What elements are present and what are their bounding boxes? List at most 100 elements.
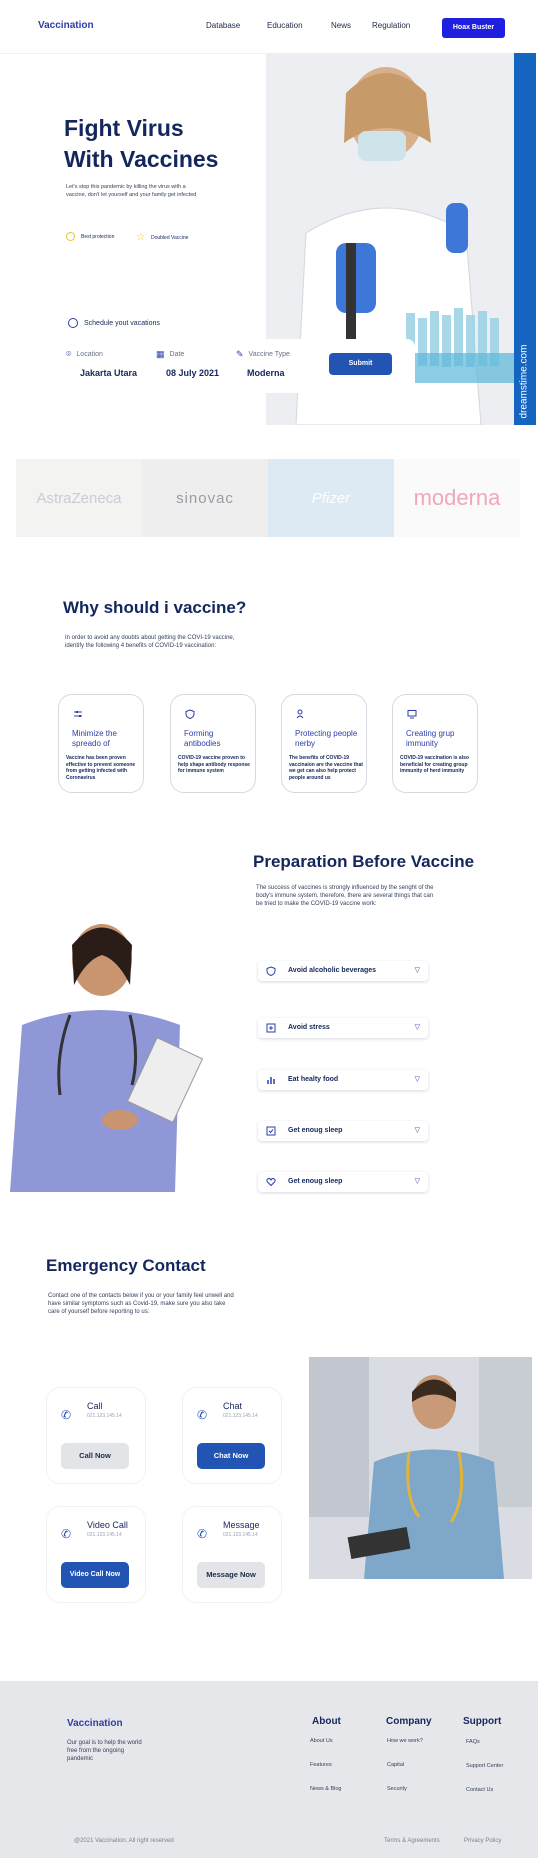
date-value[interactable]: 08 July 2021 bbox=[166, 368, 219, 378]
contact-card-chat: ✆ Chat 021.123.145.14 Chat Now bbox=[182, 1387, 282, 1484]
watermark-strip: dreamstime.com bbox=[514, 53, 536, 425]
footer-heading-support: Support bbox=[463, 1716, 502, 1727]
emergency-description: Contact one of the contacts below if you… bbox=[48, 1293, 234, 1315]
chat-now-button[interactable]: Chat Now bbox=[197, 1443, 265, 1469]
chevron-down-icon[interactable]: ▽ bbox=[415, 1023, 420, 1031]
footer-description: Our goal is to help the world free from … bbox=[67, 1740, 142, 1762]
phone-icon: ✆ bbox=[197, 1408, 208, 1422]
footer-link-security[interactable]: Security bbox=[387, 1786, 407, 1792]
why-title: Why should i vaccine? bbox=[63, 598, 247, 617]
vaccine-brands-strip: AstraZeneca sinovac Pfizer moderna bbox=[16, 459, 520, 537]
nav-brand-logo[interactable]: Vaccination bbox=[38, 20, 94, 31]
contact-card-message: ✆ Message 021.123.145.14 Message Now bbox=[182, 1506, 282, 1603]
benefit-card-antibodies: Forming antibodies COVID-19 vaccine prov… bbox=[170, 694, 256, 793]
benefit-title: Forming antibodies bbox=[184, 729, 221, 748]
shield-icon bbox=[185, 709, 195, 719]
prep-item-label: Avoid stress bbox=[288, 1024, 330, 1031]
brand-pfizer: Pfizer bbox=[268, 459, 394, 537]
sliders-icon bbox=[74, 711, 82, 717]
vaccine-type-label: ✎ Vaccine Type bbox=[236, 349, 290, 359]
hoax-buster-button[interactable]: Hoax Buster bbox=[442, 18, 505, 38]
clock-icon bbox=[68, 318, 78, 328]
contact-name: Call bbox=[87, 1401, 103, 1411]
calendar-icon: ▦ bbox=[156, 349, 165, 359]
footer-link-features[interactable]: Features bbox=[310, 1762, 332, 1768]
message-now-button[interactable]: Message Now bbox=[197, 1562, 265, 1588]
footer-link-contact-us[interactable]: Contact Us bbox=[466, 1787, 493, 1793]
nurse-image bbox=[0, 905, 212, 1192]
prep-item-sleep[interactable]: Get enoug sleep ▽ bbox=[258, 1121, 428, 1141]
benefit-text: COVID-19 vaccine proven to help shape an… bbox=[178, 755, 250, 774]
nav-link-regulation[interactable]: Regulation bbox=[372, 21, 410, 30]
feature-doubled-vaccine: ☆ Doubled Vaccine bbox=[136, 232, 189, 243]
nav-link-database[interactable]: Database bbox=[206, 21, 240, 30]
vaccine-type-value[interactable]: Moderna bbox=[247, 368, 285, 378]
phone-icon: ✆ bbox=[61, 1527, 72, 1541]
prep-item-label: Eat healty food bbox=[288, 1076, 339, 1083]
nav-link-education[interactable]: Education bbox=[267, 21, 303, 30]
call-now-button[interactable]: Call Now bbox=[61, 1443, 129, 1469]
plus-square-icon bbox=[266, 1023, 276, 1033]
footer-link-how-we-work[interactable]: How we work? bbox=[387, 1738, 423, 1744]
chevron-down-icon[interactable]: ▽ bbox=[415, 1126, 420, 1134]
benefit-card-immunity: Creating grup immunity COVID-19 vaccinat… bbox=[392, 694, 478, 793]
why-description: In order to avoid any doubts about getti… bbox=[65, 635, 235, 649]
prep-description: The success of vaccines is strongly infl… bbox=[256, 885, 434, 907]
submit-button[interactable]: Submit bbox=[329, 353, 392, 375]
footer-copyright: @2021 Vaccination. All right reserved bbox=[74, 1838, 174, 1844]
footer-link-privacy[interactable]: Privacy Policy bbox=[464, 1838, 501, 1844]
prep-item-alcohol[interactable]: Avoid alcoholic beverages ▽ bbox=[258, 961, 428, 981]
check-square-icon bbox=[266, 1126, 276, 1136]
schedule-label: Schedule yout vacations bbox=[68, 318, 160, 328]
footer: Vaccination Our goal is to help the worl… bbox=[0, 1681, 538, 1858]
doctor-image bbox=[309, 1357, 532, 1579]
footer-heading-about: About bbox=[312, 1716, 341, 1727]
bar-chart-icon bbox=[267, 1077, 275, 1084]
footer-link-capital[interactable]: Capital bbox=[387, 1762, 404, 1768]
feature-best-protection: Best protection bbox=[66, 232, 114, 241]
footer-brand[interactable]: Vaccination bbox=[67, 1718, 123, 1729]
nav-link-news[interactable]: News bbox=[331, 21, 351, 30]
footer-link-news-blog[interactable]: News & Blog bbox=[310, 1786, 342, 1792]
footer-link-faqs[interactable]: FAQs bbox=[466, 1739, 480, 1745]
benefit-title: Creating grup immunity bbox=[406, 729, 455, 748]
prep-item-label: Get enoug sleep bbox=[288, 1178, 343, 1185]
chevron-down-icon[interactable]: ▽ bbox=[415, 966, 420, 974]
location-value[interactable]: Jakarta Utara bbox=[80, 368, 137, 378]
contact-number: 021.123.145.14 bbox=[87, 1532, 122, 1538]
footer-link-terms[interactable]: Terms & Agreements bbox=[384, 1838, 440, 1844]
brand-moderna: moderna bbox=[394, 459, 520, 537]
contact-name: Message bbox=[223, 1520, 260, 1530]
benefit-text: COVID-19 vaccination is also beneficial … bbox=[400, 755, 469, 774]
footer-link-about-us[interactable]: About Us bbox=[310, 1738, 333, 1744]
badge-icon bbox=[66, 232, 75, 241]
heart-icon bbox=[266, 1178, 276, 1187]
benefit-card-protecting: Protecting people nerby The benefits of … bbox=[281, 694, 367, 793]
users-icon bbox=[296, 709, 304, 719]
phone-icon: ✆ bbox=[61, 1408, 72, 1422]
emergency-title: Emergency Contact bbox=[46, 1256, 206, 1275]
prep-item-stress[interactable]: Avoid stress ▽ bbox=[258, 1018, 428, 1038]
prep-item-label: Avoid alcoholic beverages bbox=[288, 967, 377, 974]
shield-icon bbox=[266, 966, 276, 976]
benefit-text: Vaccine has been proven effective to pre… bbox=[66, 755, 136, 781]
contact-number: 021.123.145.14 bbox=[223, 1413, 258, 1419]
prep-title: Preparation Before Vaccine bbox=[253, 852, 475, 871]
star-icon: ☆ bbox=[136, 232, 145, 243]
contact-name: Chat bbox=[223, 1401, 243, 1411]
hero-title: Fight Virus With Vaccines bbox=[64, 115, 219, 172]
date-label: ▦ Date bbox=[156, 349, 185, 359]
contact-name: Video Call bbox=[87, 1520, 128, 1530]
contact-number: 021.123.145.14 bbox=[223, 1532, 258, 1538]
footer-link-support-center[interactable]: Support Center bbox=[466, 1763, 503, 1769]
chevron-down-icon[interactable]: ▽ bbox=[415, 1177, 420, 1185]
video-call-now-button[interactable]: Video Call Now bbox=[61, 1562, 129, 1588]
benefit-title: Protecting people nerby bbox=[295, 729, 358, 748]
hero-subtitle: Let's stop this pandemic by killing the … bbox=[66, 184, 197, 198]
location-label: ⌾ Location bbox=[66, 349, 103, 359]
prep-item-food[interactable]: Eat healty food ▽ bbox=[258, 1070, 428, 1090]
contact-card-video-call: ✆ Video Call 021.123.145.14 Video Call N… bbox=[46, 1506, 146, 1603]
prep-item-sleep-2[interactable]: Get enoug sleep ▽ bbox=[258, 1172, 428, 1192]
chevron-down-icon[interactable]: ▽ bbox=[415, 1075, 420, 1083]
phone-icon: ✆ bbox=[197, 1527, 208, 1541]
